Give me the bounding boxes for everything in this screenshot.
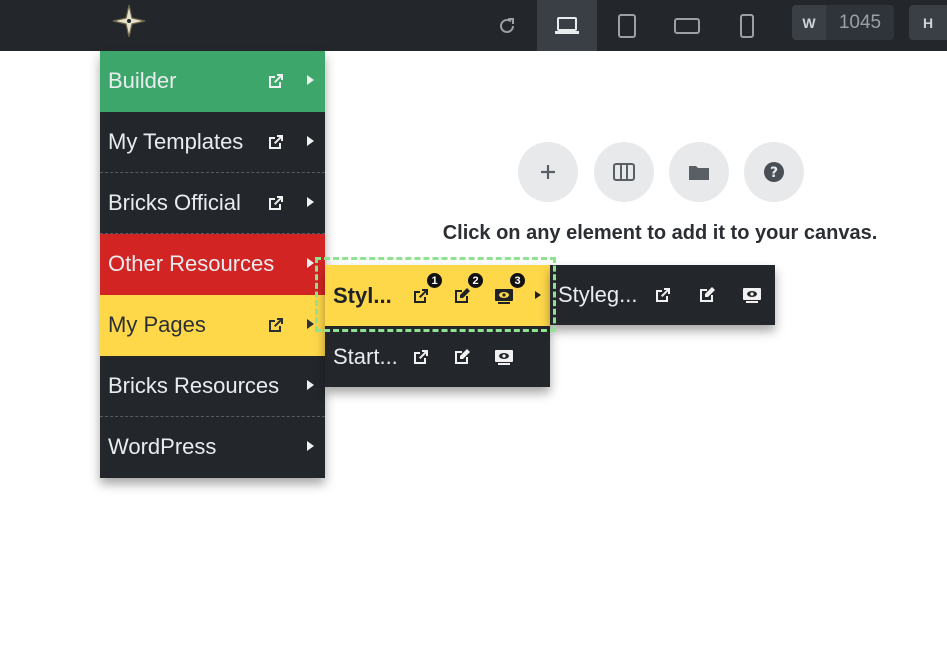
badge-2: 2 — [468, 273, 483, 288]
submenu2-item-label: Styleg... — [558, 282, 638, 307]
svg-text:?: ? — [770, 165, 778, 181]
chevron-right-icon — [307, 441, 314, 451]
chevron-right-icon — [307, 319, 314, 329]
menu-item-label: WordPress — [108, 434, 217, 459]
menu-item-label: Other Resources — [108, 251, 275, 276]
menu-item-bricks-official[interactable]: Bricks Official — [100, 173, 325, 234]
external-link-icon[interactable] — [653, 285, 673, 305]
external-link-icon[interactable] — [266, 193, 286, 213]
edit-icon[interactable] — [452, 286, 472, 306]
submenu-item-styleguide[interactable]: Styl... 1 2 3 — [325, 265, 550, 326]
chevron-right-icon — [307, 136, 314, 146]
chevron-right-icon — [307, 258, 314, 268]
add-element-button[interactable] — [518, 142, 578, 202]
external-link-icon[interactable] — [266, 132, 286, 152]
badge-3: 3 — [510, 273, 525, 288]
help-button[interactable]: ? — [744, 142, 804, 202]
preview-icon[interactable] — [494, 347, 514, 367]
external-link-icon[interactable] — [266, 315, 286, 335]
styleguide-submenu: Styleg... — [550, 265, 775, 325]
height-label[interactable]: H — [909, 5, 947, 40]
preview-icon[interactable] — [742, 285, 762, 305]
submenu-item-label: Start... — [333, 344, 398, 369]
menu-item-label: My Templates — [108, 129, 244, 154]
top-toolbar: W 1045 H — [0, 0, 947, 51]
width-label: W — [792, 5, 826, 40]
edit-icon[interactable] — [452, 347, 472, 367]
edit-icon[interactable] — [697, 285, 717, 305]
submenu2-item-styleguide[interactable]: Styleg... — [550, 265, 775, 325]
menu-item-other-resources[interactable]: Other Resources — [100, 234, 325, 295]
submenu-item-label: Styl... — [333, 283, 392, 308]
chevron-right-icon — [307, 75, 314, 85]
menu-item-label: Bricks Official — [108, 190, 241, 215]
refresh-icon[interactable] — [492, 0, 522, 51]
width-value[interactable]: 1045 — [826, 5, 894, 40]
folder-icon — [689, 166, 709, 180]
preview-icon[interactable] — [494, 286, 514, 306]
plus-icon — [541, 165, 555, 179]
menu-item-wordpress[interactable]: WordPress — [100, 417, 325, 478]
columns-icon — [613, 163, 635, 181]
menu-item-label: Bricks Resources — [108, 373, 280, 398]
my-pages-submenu: Styl... 1 2 3 Start... — [325, 265, 550, 387]
chevron-right-icon — [307, 197, 314, 207]
submenu-item-start[interactable]: Start... — [325, 326, 550, 387]
badge-1: 1 — [427, 273, 442, 288]
external-link-icon[interactable] — [266, 71, 286, 91]
menu-item-label: Builder — [108, 68, 177, 93]
templates-button[interactable] — [669, 142, 729, 202]
help-icon: ? — [764, 162, 784, 182]
menu-item-label: My Pages — [108, 312, 206, 337]
star-logo-icon[interactable] — [111, 3, 147, 39]
columns-button[interactable] — [594, 142, 654, 202]
canvas-instruction: Click on any element to add it to your c… — [442, 222, 878, 244]
tablet-landscape-icon[interactable] — [671, 0, 703, 51]
external-link-icon[interactable] — [411, 286, 431, 306]
menu-item-my-pages[interactable]: My Pages — [100, 295, 325, 356]
chevron-right-icon — [535, 291, 541, 299]
tablet-portrait-icon[interactable] — [612, 0, 642, 51]
laptop-view-icon[interactable] — [537, 0, 597, 51]
external-link-icon[interactable] — [411, 347, 431, 367]
resources-menu: Builder My Templates Bricks Official Oth… — [100, 51, 325, 478]
chevron-right-icon — [307, 380, 314, 390]
menu-item-my-templates[interactable]: My Templates — [100, 112, 325, 173]
mobile-portrait-icon[interactable] — [733, 0, 761, 51]
menu-item-bricks-resources[interactable]: Bricks Resources — [100, 356, 325, 417]
menu-item-builder[interactable]: Builder — [100, 51, 325, 112]
width-field[interactable]: W 1045 — [792, 5, 894, 40]
